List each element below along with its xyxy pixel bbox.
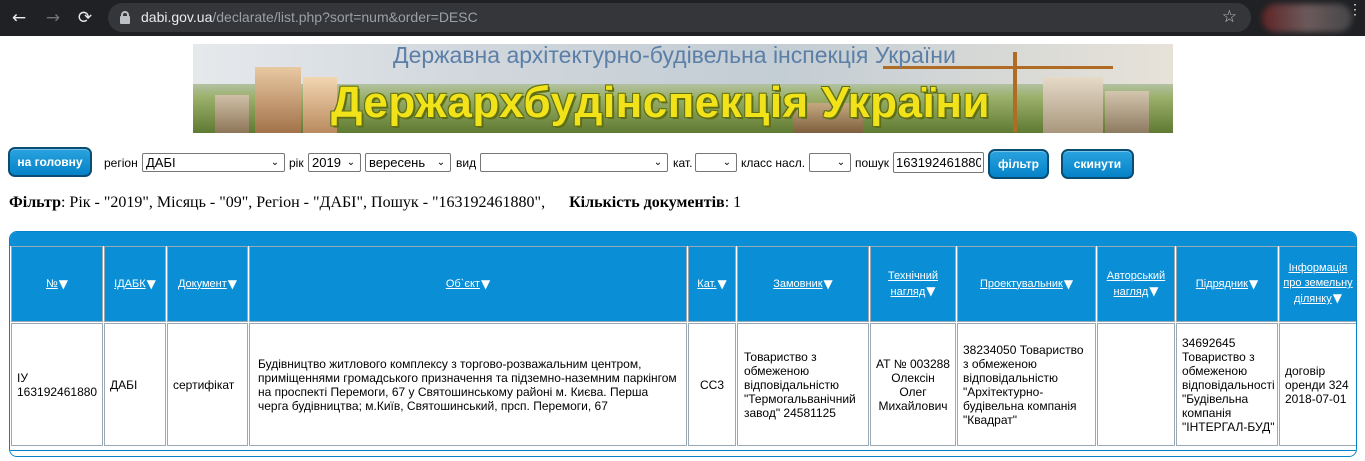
- cell-object: Будівництво житлового комплексу з торгов…: [249, 323, 687, 446]
- class-label: класс насл.: [741, 156, 806, 170]
- site-banner: Державна архітектурно-будівельна інспекц…: [193, 44, 1173, 133]
- address-bar[interactable]: dabi.gov.ua/declarate/list.php?sort=num&…: [108, 3, 1251, 32]
- sort-arrow-icon: ▼: [58, 276, 69, 291]
- document-count-label: Кількість документів: [569, 194, 725, 211]
- chevron-down-icon: ⌄: [346, 157, 356, 168]
- type-label: вид: [456, 156, 477, 170]
- sort-arrow-icon: ▼: [227, 276, 238, 291]
- header-contractor[interactable]: Підрядник ▼: [1176, 246, 1278, 322]
- cell-tech-supervision: АТ № 003288 Олексін Олег Михайлович: [870, 323, 956, 446]
- sort-arrow-icon: ▼: [1063, 276, 1074, 291]
- profile-avatar[interactable]: [1262, 4, 1352, 32]
- header-author-supervision[interactable]: Авторський нагляд▼: [1097, 246, 1175, 322]
- sort-arrow-icon: ▼: [1149, 283, 1159, 298]
- header-idabk[interactable]: ІДАБК ▼: [104, 246, 166, 322]
- chevron-down-icon: ⌄: [653, 157, 663, 168]
- region-label: регіон: [104, 156, 138, 170]
- sort-arrow-icon: ▼: [926, 283, 936, 298]
- browser-menu-icon[interactable]: ⋮: [1348, 2, 1362, 28]
- sort-arrow-icon: ▼: [1332, 291, 1342, 305]
- cell-num: ІУ 163192461880: [11, 323, 103, 446]
- cell-designer: 38234050 Товариство з обмеженою відповід…: [957, 323, 1096, 446]
- search-label: пошук: [855, 156, 890, 170]
- home-button[interactable]: на головну: [8, 147, 92, 177]
- header-num[interactable]: № ▼: [11, 246, 103, 322]
- filter-summary-text: : Рік - "2019", Місяць - "09", Регіон - …: [60, 194, 546, 211]
- year-label: рік: [289, 156, 304, 170]
- chevron-down-icon: ⌄: [436, 157, 446, 168]
- header-object[interactable]: Об`єкт ▼: [249, 246, 687, 322]
- declarations-table: № ▼ ІДАБК ▼ Документ ▼ Об`єкт ▼ Кат. ▼ Замовн…: [9, 231, 1357, 457]
- forward-icon[interactable]: →: [42, 7, 64, 29]
- header-designer[interactable]: Проектувальник ▼: [957, 246, 1096, 322]
- cell-author-supervision: [1097, 323, 1175, 446]
- filter-summary: Фільтр: Рік - "2019", Місяць - "09", Рег…: [9, 194, 741, 212]
- cell-land-info: договір оренди 324 2018-07-01: [1279, 323, 1356, 446]
- category-select[interactable]: ⌄: [695, 153, 737, 172]
- type-select[interactable]: ⌄: [480, 153, 668, 172]
- cell-document: сертифікат: [167, 323, 248, 446]
- sort-arrow-icon: ▼: [823, 276, 833, 291]
- header-category[interactable]: Кат. ▼: [688, 246, 736, 322]
- cell-customer: Товариство з обмеженою відповідальністю …: [737, 323, 869, 446]
- header-land-info[interactable]: Інформація про земельну ділянку▼: [1279, 246, 1356, 322]
- filter-summary-label: Фільтр: [9, 194, 61, 211]
- bookmark-star-icon[interactable]: ☆: [1222, 3, 1237, 32]
- region-select[interactable]: ДАБІ ⌄: [142, 153, 285, 172]
- search-input[interactable]: [893, 152, 984, 173]
- header-customer[interactable]: Замовник ▼: [737, 246, 869, 322]
- year-select[interactable]: 2019 ⌄: [308, 153, 361, 172]
- sort-arrow-icon: ▼: [480, 276, 491, 291]
- cell-category: СС3: [688, 323, 736, 446]
- reset-button[interactable]: скинути: [1061, 149, 1134, 179]
- chevron-down-icon: ⌄: [722, 157, 732, 168]
- filter-button[interactable]: фільтр: [988, 149, 1049, 179]
- banner-title: Держархбудінспекція України: [331, 78, 991, 127]
- cell-idabk: ДАБІ: [104, 323, 166, 446]
- back-icon[interactable]: ←: [8, 7, 30, 29]
- sort-arrow-icon: ▼: [1248, 276, 1259, 291]
- url-text[interactable]: dabi.gov.ua/declarate/list.php?sort=num&…: [141, 3, 478, 32]
- reload-icon[interactable]: ⟳: [74, 7, 96, 29]
- lock-icon: [120, 11, 130, 24]
- category-label: кат.: [673, 156, 693, 170]
- class-select[interactable]: ⌄: [809, 153, 851, 172]
- chevron-down-icon: ⌄: [836, 157, 846, 168]
- month-select[interactable]: вересень ⌄: [365, 153, 451, 172]
- banner-subtitle: Державна архітектурно-будівельна інспекц…: [393, 44, 956, 68]
- browser-toolbar: ← → ⟳ dabi.gov.ua/declarate/list.php?sor…: [0, 0, 1365, 36]
- header-tech-supervision[interactable]: Технічний нагляд▼: [870, 246, 956, 322]
- header-document[interactable]: Документ ▼: [167, 246, 248, 322]
- sort-arrow-icon: ▼: [717, 276, 727, 291]
- document-count-value: : 1: [724, 194, 742, 211]
- sort-arrow-icon: ▼: [146, 276, 156, 291]
- cell-contractor: 34692645 Товариство з обмеженою відповід…: [1176, 323, 1278, 446]
- chevron-down-icon: ⌄: [270, 157, 280, 168]
